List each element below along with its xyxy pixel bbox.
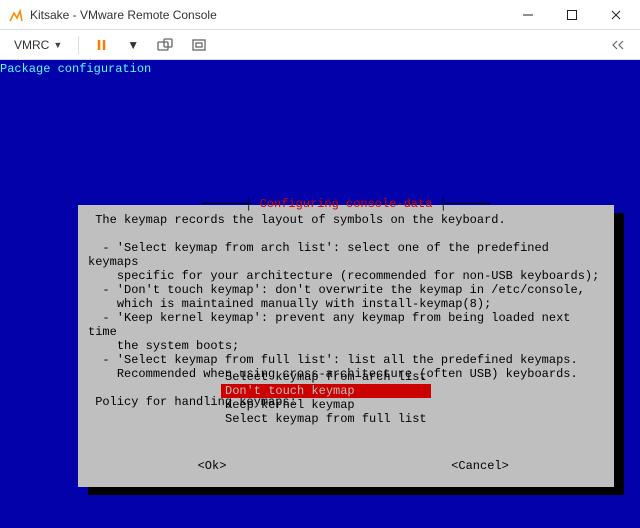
minimize-button[interactable] <box>506 1 550 29</box>
toolbar: VMRC ▼ ▼ <box>0 30 640 60</box>
fullscreen-button[interactable] <box>185 34 213 56</box>
option-1[interactable]: Don't touch keymap <box>221 384 431 398</box>
console-viewport[interactable]: Package configuration ──────┤ Configurin… <box>0 60 640 528</box>
dialog-buttons: <Ok> <Cancel> <box>78 459 614 473</box>
page-header: Package configuration <box>0 62 151 76</box>
window-title: Kitsake - VMware Remote Console <box>30 8 506 22</box>
window-titlebar: Kitsake - VMware Remote Console <box>0 0 640 30</box>
separator <box>78 36 79 54</box>
dialog-title: ──────┤ Configuring console-data ├────── <box>78 197 614 211</box>
options-list: Select keymap from arch listDon't touch … <box>221 370 431 426</box>
close-button[interactable] <box>594 1 638 29</box>
maximize-button[interactable] <box>550 1 594 29</box>
option-3[interactable]: Select keymap from full list <box>221 412 431 426</box>
option-0[interactable]: Select keymap from arch list <box>221 370 431 384</box>
chevron-down-icon: ▼ <box>127 38 139 52</box>
send-cad-button[interactable] <box>151 34 179 56</box>
cancel-button[interactable]: <Cancel> <box>449 459 511 473</box>
pause-button[interactable] <box>89 34 115 56</box>
ok-button[interactable]: <Ok> <box>196 459 229 473</box>
option-2[interactable]: Keep kernel keymap <box>221 398 431 412</box>
config-dialog: ──────┤ Configuring console-data ├──────… <box>78 205 614 487</box>
collapse-toolbar-button[interactable] <box>604 34 632 56</box>
vmrc-menu[interactable]: VMRC ▼ <box>8 34 68 56</box>
power-caret[interactable]: ▼ <box>121 34 145 56</box>
chevron-down-icon: ▼ <box>53 40 62 50</box>
vmrc-menu-label: VMRC <box>14 38 49 52</box>
app-icon <box>8 7 24 23</box>
